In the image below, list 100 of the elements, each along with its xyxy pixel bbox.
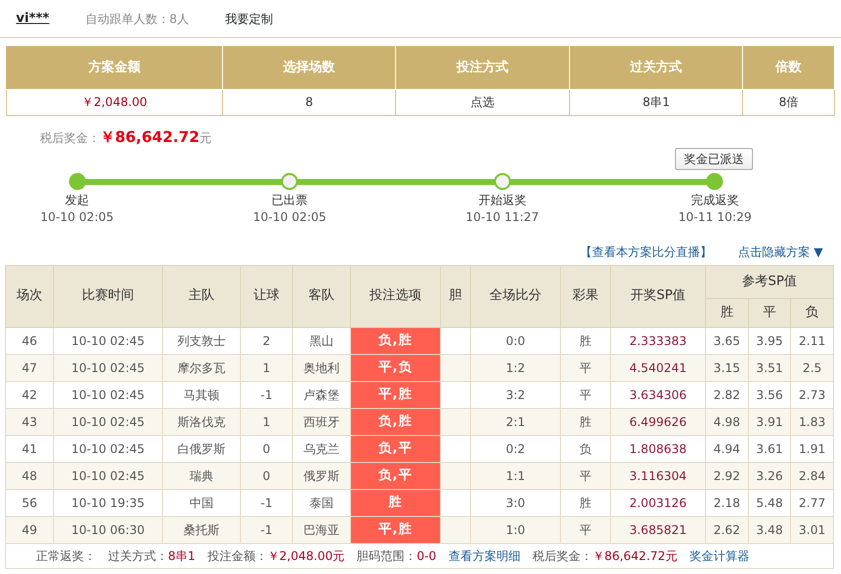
table-cell: 2.333383 [610,327,706,354]
prize-sent-button[interactable]: 奖金已派送 [675,148,753,170]
table-cell: 0:0 [470,327,560,354]
table-cell: 0 [240,462,292,489]
step-time: 10-10 11:27 [466,208,539,226]
column-header: 全场比分 [470,265,560,327]
bet-option: 负,平 [378,466,412,486]
table-cell: -1 [240,516,292,543]
table-cell: 平 [560,354,610,381]
column-header: 投注选项 [350,265,440,327]
table-cell: 2 [240,327,292,354]
footer-link[interactable]: 查看方案明细 [448,546,520,564]
step-label: 已出票 [272,192,308,208]
table-cell: 3.26 [748,462,791,489]
column-header: 参考SP值 [706,265,834,298]
table-cell: 斯洛伐克 [162,408,240,435]
table-cell: 0:2 [470,435,560,462]
bet-option: 负,平 [378,438,412,458]
table-cell: 西班牙 [292,408,350,435]
step-label: 完成返奖 [690,192,739,208]
live-score-link[interactable]: 【查看本方案比分直播】 [580,242,712,264]
customize-link[interactable]: 我要定制 [224,10,273,28]
table-cell: 2.84 [790,462,834,489]
table-cell: 1:2 [470,354,560,381]
step-time: 10-10 02:05 [253,208,326,226]
table-cell: 3.48 [748,516,791,543]
user-name-link[interactable]: vi*** [16,8,50,28]
table-cell: 中国 [162,489,240,516]
table-cell: 48 [6,462,54,489]
table-cell: 奥地利 [292,354,350,381]
footer-item: 过关方式：8串1 [108,548,196,564]
column-header: 场次 [6,265,54,327]
table-cell: 6.499626 [610,408,706,435]
table-cell: 2.92 [706,462,748,489]
table-cell: 1.808638 [610,435,706,462]
footer-item: 投注金额：￥2,048.00元 [207,548,345,564]
table-cell: 10-10 19:35 [54,489,162,516]
table-cell: -1 [240,489,292,516]
step-label: 发起 [65,192,89,208]
column-header: 比赛时间 [54,265,162,327]
table-cell: 49 [6,516,54,543]
footer-item: 税后奖金：￥86,642.72元 [532,548,678,564]
table-cell: 46 [6,327,54,354]
table-cell: 4.98 [706,408,748,435]
table-cell: 3:0 [470,489,560,516]
table-cell: 平 [560,516,610,543]
table-cell: 10-10 02:45 [54,381,162,408]
table-cell: 10-10 02:45 [54,327,162,354]
column-header: 让球 [240,265,292,327]
summary-cell: 8 [222,89,396,115]
table-cell: 2.73 [790,381,834,408]
table-cell: 列支敦士 [162,327,240,354]
table-cell: 10-10 02:45 [54,408,162,435]
table-cell: 3.56 [748,381,791,408]
table-cell: 3.01 [790,516,834,543]
table-cell: 1 [240,354,292,381]
table-cell: 0 [240,435,292,462]
bet-option: 平,胜 [378,520,412,540]
table-cell: 白俄罗斯 [162,435,240,462]
table-cell: 2.62 [706,516,748,543]
table-cell: 2:1 [470,408,560,435]
footer-link[interactable]: 奖金计算器 [689,546,750,564]
table-cell: 1.83 [790,408,834,435]
table-cell: 42 [6,381,54,408]
footer-item: 胆码范围：0-0 [356,548,436,564]
table-cell: 胜 [560,408,610,435]
column-header: 彩果 [560,265,610,327]
column-header: 负 [790,298,834,327]
column-header: 客队 [292,265,350,327]
table-cell: 3.685821 [610,516,706,543]
table-cell: 3.95 [748,327,791,354]
table-cell: 4.540241 [610,354,706,381]
table-cell: 俄罗斯 [292,462,350,489]
table-cell: 3.116304 [610,462,706,489]
summary-cell: ￥2,048.00 [6,89,222,115]
table-cell: 43 [6,408,54,435]
column-header: 方案金额 [6,46,222,89]
column-header: 平 [748,298,791,327]
bet-option: 胜 [388,492,402,512]
hide-plan-link[interactable]: 点击隐藏方案 ▼ [738,242,823,264]
table-cell: 1:0 [470,516,560,543]
table-cell: 1:1 [470,462,560,489]
table-cell: 10-10 02:45 [54,435,162,462]
table-cell: 3.51 [748,354,791,381]
table-cell: 3.91 [748,408,791,435]
column-header: 开奖SP值 [610,265,706,327]
table-cell: -1 [240,381,292,408]
table-cell: 2.82 [706,381,748,408]
table-cell: 马其顿 [162,381,240,408]
table-cell: 胜 [560,489,610,516]
footer-label: 正常返奖： [36,548,96,564]
table-cell: 平 [560,462,610,489]
column-header: 倍数 [742,46,834,89]
table-cell: 3:2 [470,381,560,408]
column-header: 胜 [706,298,748,327]
table-cell: 3.61 [748,435,791,462]
step-time: 10-11 10:29 [678,208,752,226]
table-cell: 瑞典 [162,462,240,489]
follower-count: 自动跟单人数：8人 [85,10,189,28]
table-cell: 2.003126 [610,489,706,516]
